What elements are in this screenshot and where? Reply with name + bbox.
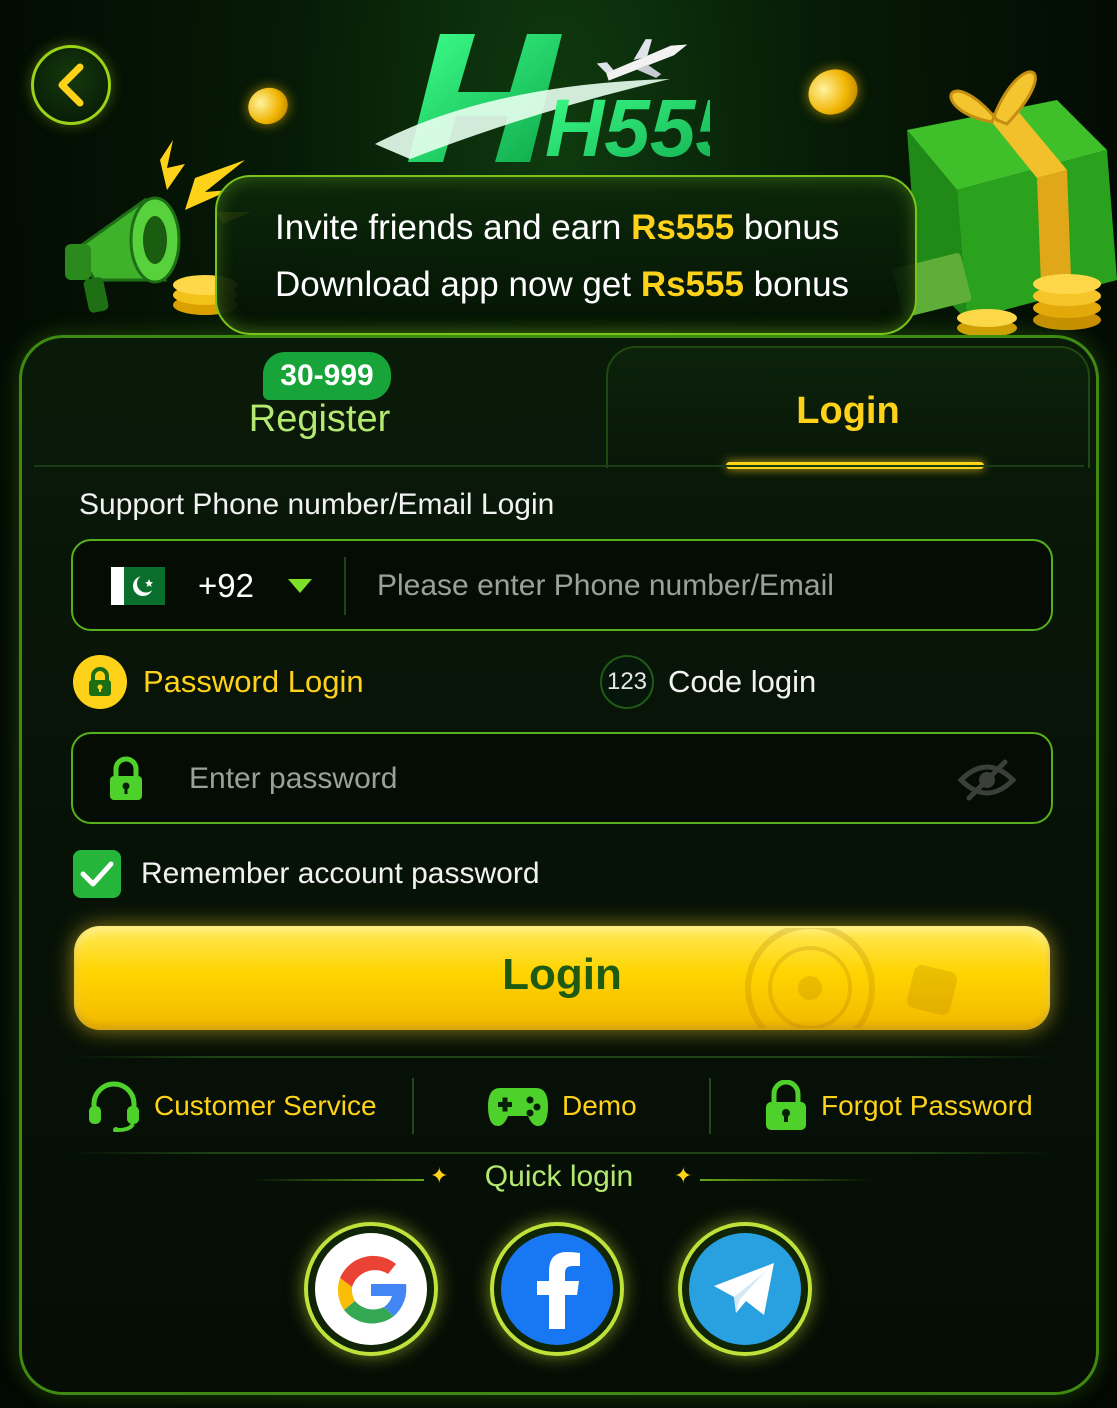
lock-icon bbox=[110, 756, 142, 800]
tab-register[interactable]: 30-999 Register bbox=[22, 338, 607, 466]
telegram-icon bbox=[689, 1233, 801, 1345]
register-bonus-badge: 30-999 bbox=[263, 352, 391, 400]
headset-icon bbox=[89, 1081, 139, 1132]
code-login-label: Code login bbox=[668, 664, 817, 699]
tab-login[interactable]: Login bbox=[606, 346, 1090, 469]
telegram-login-button[interactable] bbox=[678, 1222, 812, 1356]
tab-register-label: Register bbox=[248, 398, 391, 440]
divider bbox=[70, 1056, 1054, 1058]
eye-off-icon[interactable] bbox=[957, 758, 1017, 802]
password-login-option[interactable]: Password Login bbox=[73, 654, 364, 710]
quick-login-title: Quick login bbox=[484, 1160, 634, 1193]
chevron-down-icon[interactable] bbox=[288, 579, 312, 593]
password-input[interactable] bbox=[189, 756, 929, 802]
coin-icon bbox=[243, 82, 293, 130]
promo-invite-line: Invite friends and earn Rs555 bonus bbox=[275, 208, 840, 247]
customer-service-label: Customer Service bbox=[154, 1090, 377, 1121]
tab-login-label: Login bbox=[796, 390, 900, 432]
password-login-label: Password Login bbox=[143, 664, 364, 699]
h555-logo: H555 bbox=[375, 34, 710, 174]
country-code[interactable]: +92 bbox=[198, 567, 254, 605]
login-card: 30-999 Register Login Support Phone numb… bbox=[19, 335, 1099, 1395]
login-button-label: Login bbox=[502, 950, 622, 999]
customer-service-link[interactable]: Customer Service bbox=[86, 1078, 377, 1134]
facebook-login-button[interactable] bbox=[490, 1222, 624, 1356]
demo-link[interactable]: Demo bbox=[486, 1078, 637, 1134]
support-label: Support Phone number/Email Login bbox=[79, 488, 555, 521]
login-button[interactable]: Login bbox=[74, 926, 1050, 1030]
password-field bbox=[71, 732, 1053, 824]
forgot-password-link[interactable]: Forgot Password bbox=[763, 1078, 1033, 1134]
remember-label: Remember account password bbox=[141, 857, 540, 890]
number-pad-icon: 123 bbox=[600, 655, 654, 709]
divider bbox=[709, 1078, 711, 1134]
lock-icon bbox=[73, 655, 127, 709]
back-button[interactable] bbox=[31, 45, 111, 125]
remember-password-checkbox[interactable]: Remember account password bbox=[73, 850, 540, 898]
google-icon bbox=[315, 1233, 427, 1345]
phone-field: +92 bbox=[71, 539, 1053, 631]
divider bbox=[700, 1179, 872, 1181]
sparkle-icon: ✦ bbox=[674, 1164, 693, 1189]
facebook-icon bbox=[501, 1233, 613, 1345]
phone-email-input[interactable] bbox=[377, 563, 1027, 609]
checkmark-icon bbox=[73, 850, 121, 898]
demo-label: Demo bbox=[562, 1090, 637, 1121]
google-login-button[interactable] bbox=[304, 1222, 438, 1356]
divider bbox=[70, 1152, 1054, 1154]
logo-digits: H555 bbox=[545, 83, 710, 174]
promo-download-line: Download app now get Rs555 bonus bbox=[275, 265, 850, 304]
forgot-password-label: Forgot Password bbox=[821, 1090, 1033, 1121]
tab-divider bbox=[34, 465, 1084, 467]
code-login-option[interactable]: 123 Code login bbox=[600, 654, 816, 710]
lock-icon bbox=[766, 1080, 806, 1130]
divider bbox=[412, 1078, 414, 1134]
promo-banner: Invite friends and earn Rs555 bonus Down… bbox=[215, 175, 917, 335]
phone-divider bbox=[344, 557, 346, 615]
chevron-left-icon bbox=[58, 63, 84, 107]
gamepad-icon bbox=[488, 1088, 548, 1126]
pakistan-flag-icon[interactable] bbox=[111, 567, 165, 605]
coin-icon bbox=[801, 61, 865, 123]
